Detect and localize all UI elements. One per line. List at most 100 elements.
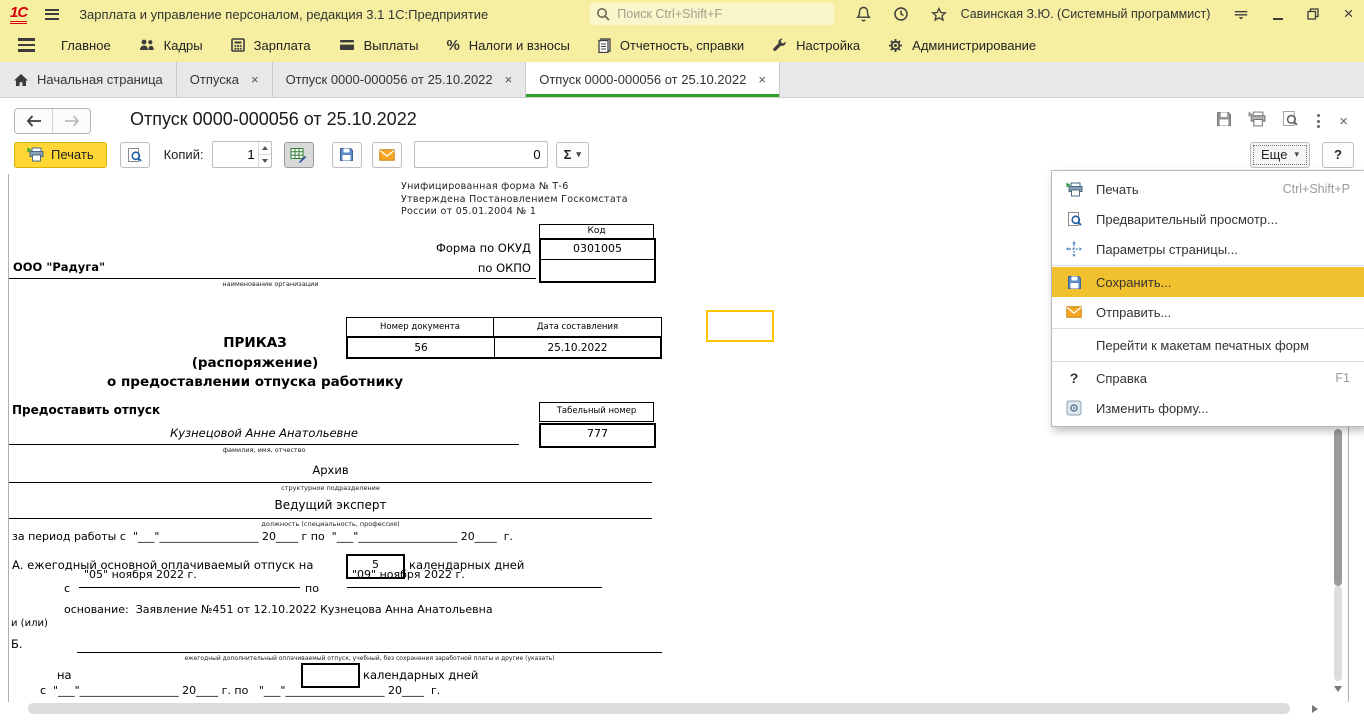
grant-vacation-label: Предоставить отпуск	[12, 403, 160, 417]
tab-label: Начальная страница	[37, 72, 163, 87]
tab-vacation-document[interactable]: Отпуск 0000-000056 от 25.10.2022 ×	[273, 62, 527, 97]
percent-icon: %	[446, 37, 459, 54]
menu-item-preview[interactable]: Предварительный просмотр...	[1052, 204, 1364, 234]
print-button-label: Печать	[51, 147, 94, 162]
vertical-scrollbar[interactable]	[1334, 429, 1343, 691]
scroll-right-arrow-icon[interactable]	[1312, 705, 1318, 713]
tab-home[interactable]: Начальная страница	[0, 62, 177, 97]
date-header-cell: Дата составления	[494, 318, 661, 336]
menubar-label: Зарплата	[254, 38, 311, 53]
menubar-item-main[interactable]: Главное	[61, 38, 111, 53]
organization-name: ООО "Радуга"	[9, 260, 536, 279]
position-caption: должность (специальность, профессия)	[9, 520, 652, 528]
employee-caption: фамилия, имя, отчество	[9, 446, 519, 454]
tab-label: Отпуск 0000-000056 от 25.10.2022	[286, 72, 493, 87]
menu-separator	[1052, 265, 1364, 266]
search-input[interactable]	[615, 6, 827, 22]
sum-field[interactable]	[414, 141, 548, 168]
global-search[interactable]	[590, 3, 833, 25]
sections-menu-icon[interactable]	[18, 38, 35, 52]
menu-item-save[interactable]: Сохранить...	[1052, 267, 1364, 297]
save-button[interactable]	[332, 142, 362, 168]
menubar-item-salary[interactable]: Зарплата	[231, 38, 311, 53]
more-button[interactable]: Еще ▾	[1250, 142, 1310, 168]
tab-close-icon[interactable]: ×	[758, 72, 766, 87]
fixed-table-button[interactable]	[284, 142, 314, 168]
people-icon	[139, 38, 155, 52]
menu-item-print[interactable]: Печать Ctrl+Shift+P	[1052, 174, 1364, 204]
sum-functions-button[interactable]: Σ ▾	[556, 142, 589, 168]
menu-item-goto-print-layouts[interactable]: Перейти к макетам печатных форм	[1052, 330, 1364, 360]
code-box: 0301005	[539, 238, 656, 283]
menu-item-page-setup[interactable]: Параметры страницы...	[1052, 234, 1364, 264]
current-user[interactable]: Савинская З.Ю. (Системный программист)	[961, 7, 1211, 21]
horizontal-scrollbar[interactable]	[10, 702, 1310, 715]
print-icon[interactable]	[1248, 111, 1266, 132]
app-title: Зарплата и управление персоналом, редакц…	[79, 7, 488, 22]
menu-item-send[interactable]: Отправить...	[1052, 297, 1364, 327]
1c-logo: 1С	[10, 5, 27, 24]
page-title: Отпуск 0000-000056 от 25.10.2022	[130, 109, 417, 130]
vacation-date-from: "05" ноября 2022 г.	[79, 568, 300, 588]
on-label: на	[57, 668, 72, 682]
menubar-item-personnel[interactable]: Кадры	[139, 38, 203, 53]
preview-button[interactable]	[120, 142, 150, 168]
close-form-icon[interactable]: ×	[1339, 114, 1348, 129]
menu-item-edit-form[interactable]: Изменить форму...	[1052, 393, 1364, 423]
menubar-item-reports[interactable]: Отчетность, справки	[598, 38, 744, 53]
menubar-label: Выплаты	[364, 38, 419, 53]
basis-line: основание: Заявление №451 от 12.10.2022 …	[64, 603, 493, 616]
stepper-up-button[interactable]	[259, 142, 271, 154]
menubar-item-taxes[interactable]: % Налоги и взносы	[446, 37, 569, 54]
vertical-scrollbar-thumb[interactable]	[1334, 429, 1342, 586]
personnel-number-header-cell: Табельный номер	[539, 402, 654, 422]
printer-icon	[1052, 182, 1096, 197]
menubar-item-administration[interactable]: Администрирование	[888, 38, 1036, 53]
tab-close-icon[interactable]: ×	[505, 72, 513, 87]
scroll-down-arrow-icon[interactable]	[1334, 686, 1342, 692]
horizontal-scrollbar-thumb[interactable]	[28, 703, 1290, 714]
order-heading: ПРИКАЗ (распоряжение) о предоставлении о…	[9, 334, 501, 393]
notifications-bell-icon[interactable]	[856, 6, 871, 22]
selected-cell-outline[interactable]	[706, 310, 774, 342]
tab-vacation-print-form[interactable]: Отпуск 0000-000056 от 25.10.2022 ×	[526, 62, 780, 97]
preview-icon	[127, 147, 142, 163]
close-window-button[interactable]: ×	[1343, 7, 1354, 21]
forward-button[interactable]	[52, 109, 90, 133]
std-line: Унифицированная форма № Т-6	[401, 181, 628, 194]
print-button[interactable]: Печать	[14, 142, 107, 168]
menu-item-shortcut: Ctrl+Shift+P	[1283, 182, 1364, 196]
arrow-left-icon	[26, 115, 42, 127]
preview-icon[interactable]	[1282, 110, 1298, 132]
titlebar: 1С Зарплата и управление персоналом, ред…	[0, 0, 1364, 28]
tab-close-icon[interactable]: ×	[251, 72, 259, 87]
menubar-item-settings[interactable]: Настройка	[772, 38, 860, 53]
stepper-down-button[interactable]	[259, 154, 271, 167]
vertical-scrollbar-track[interactable]	[1334, 586, 1342, 681]
back-button[interactable]	[15, 109, 52, 133]
tab-vacations-list[interactable]: Отпуска ×	[177, 62, 273, 97]
menu-item-label: Справка	[1096, 371, 1335, 386]
report-doc-icon	[598, 38, 611, 53]
menu-item-help[interactable]: ? Справка F1	[1052, 363, 1364, 393]
main-menu-icon[interactable]	[45, 9, 59, 20]
restore-button[interactable]	[1307, 7, 1319, 21]
and-or-label: и (или)	[11, 618, 48, 629]
favorites-star-icon[interactable]	[931, 7, 947, 22]
menubar-label: Кадры	[164, 38, 203, 53]
copies-input[interactable]	[213, 142, 258, 167]
service-menu-icon[interactable]	[1234, 7, 1248, 21]
section-b-blank-line	[77, 636, 662, 653]
help-button[interactable]: ?	[1322, 142, 1354, 168]
menu-item-label: Отправить...	[1096, 305, 1364, 320]
save-icon[interactable]	[1216, 111, 1232, 132]
history-icon[interactable]	[893, 6, 909, 22]
printer-icon	[27, 147, 44, 162]
kebab-menu-icon[interactable]	[1314, 114, 1323, 128]
tabbar: Начальная страница Отпуска × Отпуск 0000…	[0, 62, 1364, 98]
restore-icon	[1307, 8, 1319, 20]
send-email-button[interactable]	[372, 142, 402, 168]
work-period-line: за период работы с "___"________________…	[12, 530, 513, 543]
menubar-item-payments[interactable]: Выплаты	[339, 38, 419, 53]
minimize-button[interactable]	[1272, 7, 1283, 21]
